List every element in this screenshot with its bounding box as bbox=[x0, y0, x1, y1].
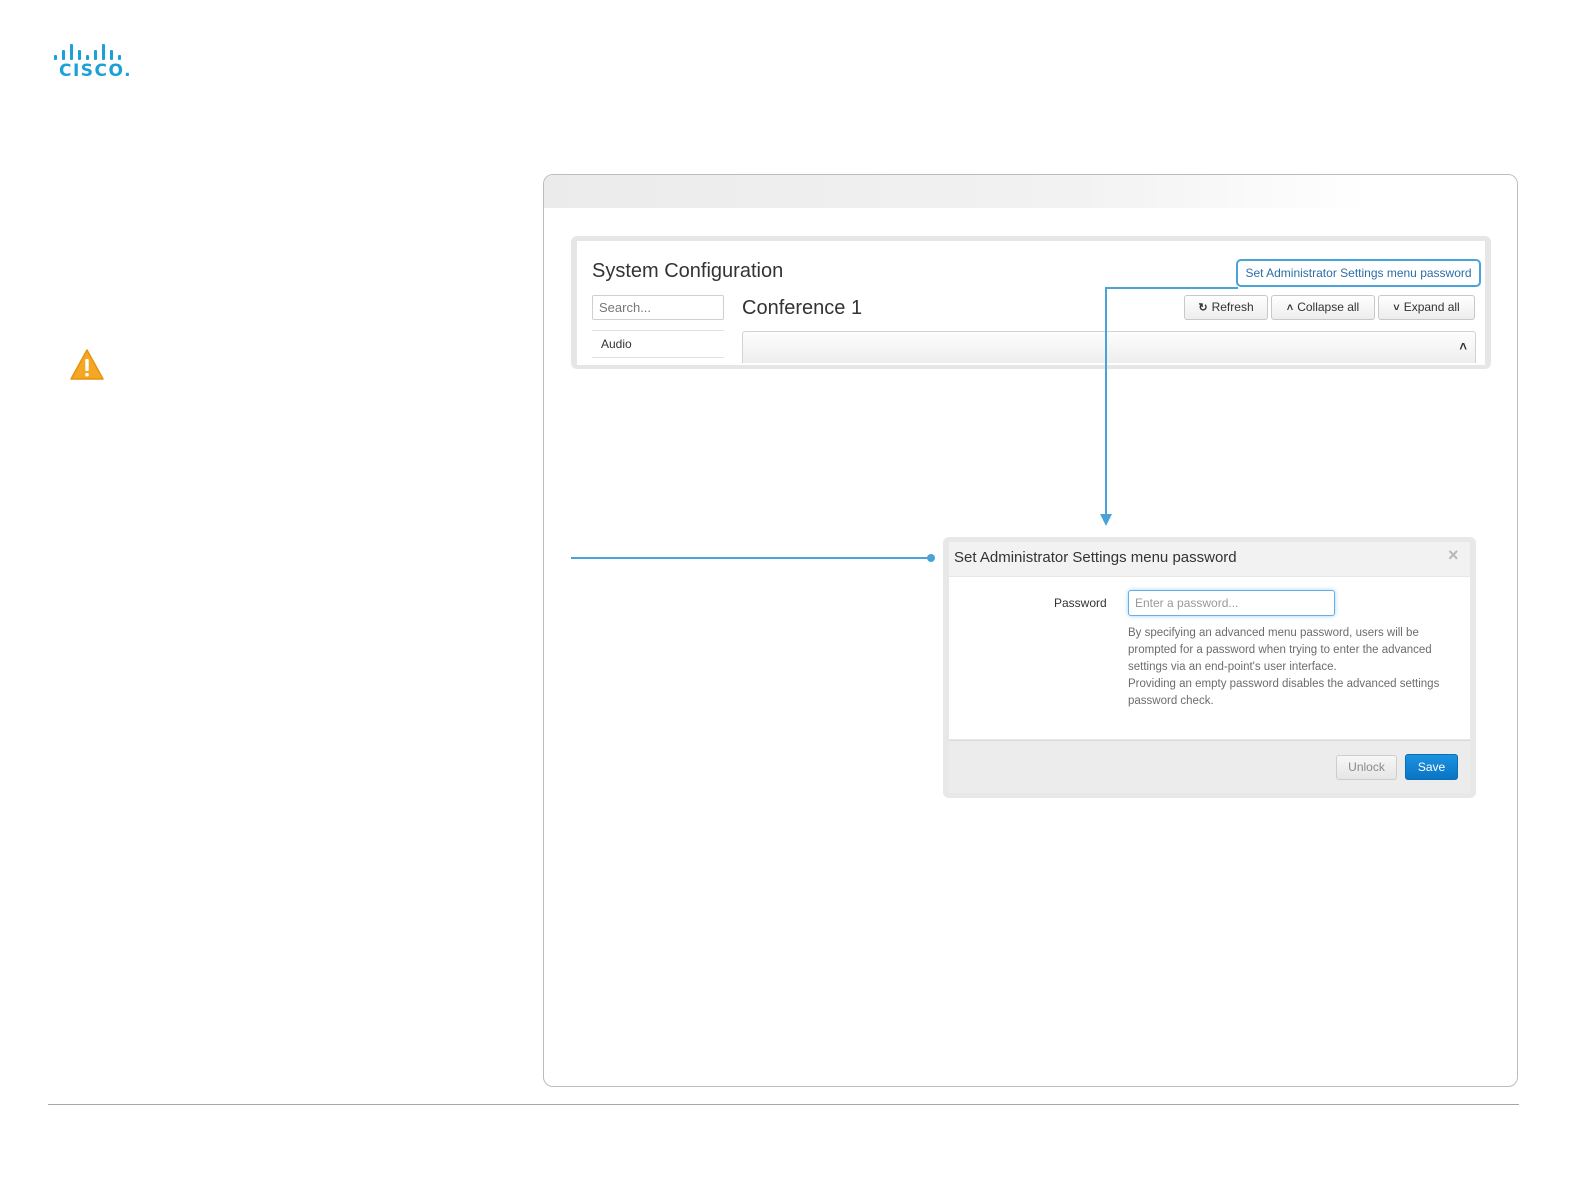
cisco-logo-bars bbox=[52, 40, 128, 60]
refresh-icon: ↻ bbox=[1198, 302, 1208, 314]
sidebar-divider bbox=[592, 357, 724, 358]
collapse-all-label: Collapse all bbox=[1297, 300, 1360, 314]
help-text-paragraph: By specifying an advanced menu password,… bbox=[1128, 627, 1432, 673]
close-icon[interactable]: × bbox=[1448, 545, 1459, 566]
expand-all-label: Expand all bbox=[1403, 300, 1460, 314]
password-help-text: By specifying an advanced menu password,… bbox=[1128, 625, 1463, 710]
expand-all-button[interactable]: ˅ Expand all bbox=[1378, 295, 1475, 320]
page-title: System Configuration bbox=[592, 260, 784, 282]
footer-divider bbox=[48, 1104, 1519, 1105]
sidebar-item-audio[interactable]: Audio bbox=[592, 332, 724, 356]
callout-arrow bbox=[1100, 514, 1112, 526]
password-label: Password bbox=[1054, 596, 1107, 610]
cisco-logo-text: CISCO. bbox=[59, 61, 133, 81]
refresh-label: Refresh bbox=[1211, 300, 1254, 314]
warning-icon bbox=[69, 348, 105, 382]
search-input[interactable] bbox=[592, 295, 724, 320]
callout-line bbox=[1105, 288, 1107, 516]
password-input[interactable] bbox=[1128, 590, 1335, 616]
chevron-up-icon[interactable]: ˄ bbox=[1459, 339, 1467, 354]
chevron-down-icon: ˅ bbox=[1393, 302, 1400, 314]
cisco-logo: CISCO. bbox=[52, 40, 133, 82]
collapse-all-button[interactable]: ˄ Collapse all bbox=[1271, 295, 1375, 320]
callout-line bbox=[571, 557, 931, 559]
section-header-bar[interactable]: ˄ bbox=[742, 331, 1476, 363]
frame-title-bar bbox=[544, 175, 1517, 208]
callout-dot bbox=[927, 554, 935, 562]
dialog-title: Set Administrator Settings menu password bbox=[954, 549, 1237, 566]
callout-line bbox=[1105, 287, 1238, 289]
save-button[interactable]: Save bbox=[1405, 754, 1458, 780]
chevron-up-icon: ˄ bbox=[1286, 302, 1294, 314]
refresh-button[interactable]: ↻ Refresh bbox=[1184, 295, 1268, 320]
section-title: Conference 1 bbox=[742, 297, 863, 319]
unlock-button[interactable]: Unlock bbox=[1336, 755, 1397, 780]
set-admin-password-button[interactable]: Set Administrator Settings menu password bbox=[1236, 259, 1481, 287]
sidebar-divider bbox=[592, 330, 724, 331]
help-text-paragraph: Providing an empty password disables the… bbox=[1128, 678, 1440, 707]
